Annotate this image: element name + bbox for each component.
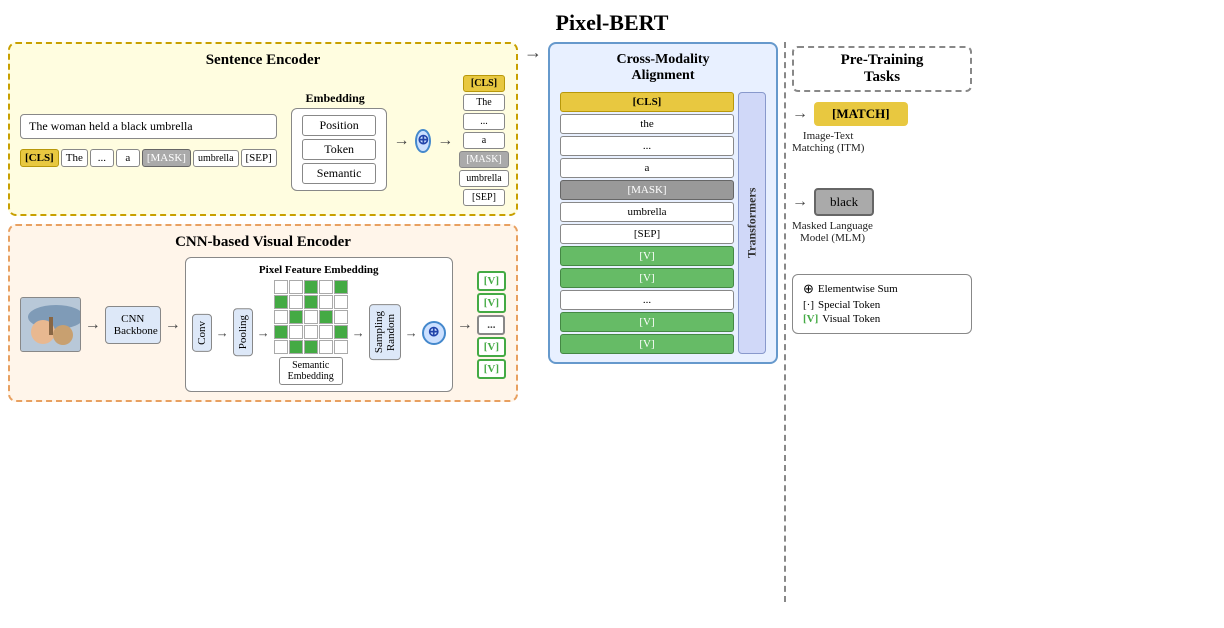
cm-token-col: [CLS] the ... a [MASK] umbrella [SEP] [V…: [560, 92, 734, 354]
token-ellipsis: ...: [90, 149, 114, 167]
visual-output-col: [V] [V] ... [V] [V]: [477, 271, 506, 379]
cm-ellipsis1: ...: [560, 136, 734, 156]
sentence-encoder-title: Sentence Encoder: [20, 52, 506, 69]
arrow-to-match: →: [792, 105, 808, 123]
arrow-conv-pool: →: [216, 325, 229, 341]
v-token-ellipsis: ...: [477, 315, 505, 335]
arrow-to-cross: →: [524, 42, 542, 63]
legend-elementwise: ⊕ Elementwise Sum: [803, 281, 961, 297]
cm-the: the: [560, 114, 734, 134]
left-panel: Sentence Encoder The woman held a black …: [8, 42, 518, 402]
legend-elementwise-text: Elementwise Sum: [818, 283, 898, 295]
pixel-feat-box: Pixel Feature Embedding Conv → Pooling →: [185, 257, 453, 392]
arrow-to-black: →: [792, 193, 808, 211]
legend-box: ⊕ Elementwise Sum [·] Special Token [V] …: [792, 274, 972, 334]
arrow-pfe-vtok: →: [457, 316, 473, 334]
cm-ellipsis2: ...: [560, 290, 734, 310]
conv-label: Conv: [192, 314, 212, 352]
match-label: [MATCH]: [814, 102, 908, 126]
cm-mask: [MASK]: [560, 180, 734, 200]
v-token-1: [V]: [477, 271, 506, 291]
input-image: [20, 297, 81, 352]
cnn-encoder-title: CNN-based Visual Encoder: [20, 234, 506, 251]
token-umbrella: umbrella: [193, 150, 239, 167]
out-a: a: [463, 132, 505, 149]
legend-visual-text: Visual Token: [822, 313, 880, 325]
cross-modality: Cross-ModalityAlignment [CLS] the ... a …: [548, 42, 778, 364]
arrow-grid-rs: →: [352, 325, 365, 341]
out-umbrella: umbrella: [459, 170, 509, 187]
cm-umbrella: umbrella: [560, 202, 734, 222]
mlm-desc: Masked Language Model (MLM): [792, 220, 873, 244]
token-the: The: [61, 149, 88, 167]
embed-position: Position: [302, 115, 377, 136]
embed-semantic: Semantic: [302, 163, 377, 184]
arrow-img-cnn: →: [85, 316, 101, 334]
v-token-2: [V]: [477, 293, 506, 313]
token-a: a: [116, 149, 140, 167]
arrow-embed: →: [393, 132, 409, 150]
sentence-encoder: Sentence Encoder The woman held a black …: [8, 42, 518, 216]
pixel-grid: [274, 280, 348, 354]
token-sep: [SEP]: [241, 149, 277, 167]
out-cls: [CLS]: [463, 75, 505, 92]
pretrain-panel: Pre-TrainingTasks → [MATCH] Image-Text M…: [792, 42, 972, 338]
circle-plus-sentence: ⊕: [415, 129, 431, 153]
transformers-bar: Transformers: [738, 92, 766, 354]
itm-task-row: → [MATCH] Image-Text Matching (ITM): [792, 102, 972, 154]
cm-v3: [V]: [560, 312, 734, 332]
circle-plus-visual: ⊕: [422, 321, 446, 345]
cm-v4: [V]: [560, 334, 734, 354]
legend-visual-token: [V] Visual Token: [803, 313, 961, 325]
page-container: Pixel-BERT Sentence Encoder The woman he…: [0, 0, 1224, 606]
mlm-output: black: [814, 188, 874, 216]
cnn-backbone-label: CNN: [114, 313, 152, 325]
embed-token: Token: [302, 139, 377, 160]
out-sep: [SEP]: [463, 189, 505, 206]
arrow-rs-plus: →: [405, 325, 418, 341]
main-title: Pixel-BERT: [0, 0, 1224, 42]
arrow-pool-grid: →: [257, 325, 270, 341]
cm-a: a: [560, 158, 734, 178]
arrow-out: →: [437, 132, 453, 150]
embedding-title: Embedding: [305, 91, 364, 106]
cnn-encoder: CNN-based Visual Encoder →: [8, 224, 518, 402]
out-the: The: [463, 94, 505, 111]
mlm-task-row: → black Masked Language Model (MLM): [792, 188, 972, 244]
out-ellipsis: ...: [463, 113, 505, 130]
v-token-3: [V]: [477, 337, 506, 357]
cross-modality-title: Cross-ModalityAlignment: [616, 52, 709, 84]
pretrain-title: Pre-TrainingTasks: [792, 46, 972, 92]
legend-special-token: [·] Special Token: [803, 299, 961, 311]
cm-cls: [CLS]: [560, 92, 734, 112]
token-row: [CLS] The ... a [MASK] umbrella [SEP]: [20, 149, 277, 167]
out-mask: [MASK]: [459, 151, 509, 168]
itm-desc: Image-Text Matching (ITM): [792, 130, 864, 154]
cm-sep: [SEP]: [560, 224, 734, 244]
arrow-cnn-pfe: →: [165, 316, 181, 334]
cnn-backbone-box: CNN Backbone: [105, 306, 161, 344]
cm-v2: [V]: [560, 268, 734, 288]
special-token-legend: [·]: [803, 299, 814, 311]
token-cls: [CLS]: [20, 149, 59, 167]
token-mask: [MASK]: [142, 149, 191, 167]
circle-plus-legend: ⊕: [803, 281, 814, 297]
cm-v1: [V]: [560, 246, 734, 266]
cnn-backbone-label2: Backbone: [114, 325, 152, 337]
visual-token-legend: [V]: [803, 313, 818, 325]
semantic-emb-label: SemanticEmbedding: [279, 357, 343, 385]
embedding-box: Position Token Semantic: [291, 108, 388, 191]
pooling-label: Pooling: [233, 308, 253, 356]
input-text-box: The woman held a black umbrella: [20, 114, 277, 139]
legend-special-text: Special Token: [818, 299, 880, 311]
random-sampling-label: RandomSampling: [369, 304, 401, 360]
sentence-output-col: [CLS] The ... a [MASK] umbrella [SEP]: [459, 75, 509, 206]
dashed-divider: [784, 42, 786, 602]
v-token-4: [V]: [477, 359, 506, 379]
pixel-feat-title: Pixel Feature Embedding: [259, 264, 379, 276]
